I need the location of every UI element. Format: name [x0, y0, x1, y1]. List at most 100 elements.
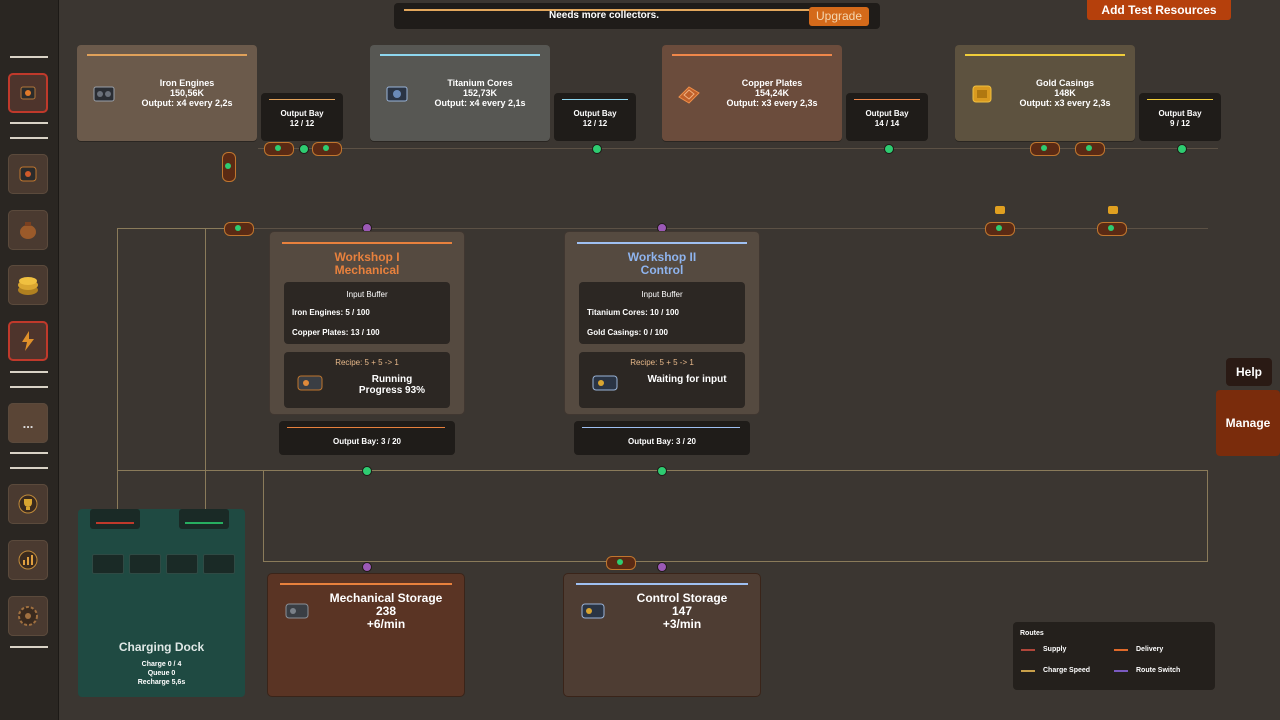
legend-swatch-supply: [1021, 649, 1035, 651]
workshop-output-bay[interactable]: Output Bay: 3 / 20: [574, 421, 750, 455]
workshop-accent: [282, 242, 452, 244]
status-line2: Progress 93%: [358, 385, 426, 396]
workshop-status: Waiting for input: [629, 374, 745, 385]
drone-carrier[interactable]: [985, 222, 1015, 236]
input-row: Copper Plates: 13 / 100: [292, 328, 380, 337]
input-buffer-label: Input Buffer: [346, 290, 388, 299]
drone-carrier[interactable]: [1030, 142, 1060, 156]
workshop-title: Workshop I Mechanical: [270, 251, 464, 277]
legend-item-route-switch: Route Switch: [1136, 667, 1181, 674]
drone-carrier[interactable]: [312, 142, 342, 156]
sidebar-coins-button[interactable]: [8, 265, 48, 305]
generator-output: Output: x3 every 2,3s: [1019, 98, 1111, 108]
drone-carrier[interactable]: [222, 152, 236, 182]
sidebar-more-button[interactable]: ...: [8, 403, 48, 443]
input-buffer-panel: Input Buffer Iron Engines: 5 / 100 Coppe…: [284, 282, 450, 344]
generator-titanium-cores[interactable]: Titanium Cores 152,73K Output: x4 every …: [370, 45, 550, 141]
input-row: Gold Casings: 0 / 100: [587, 328, 668, 337]
route-node[interactable]: [362, 466, 372, 476]
help-button[interactable]: Help: [1226, 358, 1272, 386]
sidebar-drone-button[interactable]: [8, 73, 48, 113]
route-node[interactable]: [657, 466, 667, 476]
cargo-icon: [1108, 206, 1118, 214]
generator-accent: [87, 54, 247, 56]
status-bar: Needs more collectors. Upgrade: [394, 3, 880, 29]
generator-accent: [380, 54, 540, 56]
cargo-icon: [995, 206, 1005, 214]
iron-engine-icon: [93, 86, 115, 102]
output-bay[interactable]: Output Bay 9 / 12: [1139, 93, 1221, 141]
sidebar-divider: [10, 56, 48, 58]
output-bay[interactable]: Output Bay 12 / 12: [261, 93, 343, 141]
workshop-mechanical[interactable]: Workshop I Mechanical Input Buffer Iron …: [270, 232, 464, 414]
sidebar-trophy-button[interactable]: [8, 484, 48, 524]
generator-info: Titanium Cores 152,73K Output: x4 every …: [410, 78, 550, 108]
control-storage[interactable]: Control Storage 147 +3/min: [564, 574, 760, 696]
mechanical-storage[interactable]: Mechanical Storage 238 +6/min: [268, 574, 464, 696]
add-test-resources-button[interactable]: Add Test Resources: [1087, 0, 1231, 20]
legend-swatch-delivery: [1114, 649, 1128, 651]
dock-title: Charging Dock: [118, 640, 205, 654]
workshop-output-bay[interactable]: Output Bay: 3 / 20: [279, 421, 455, 455]
bay-label: Output Bay: [865, 109, 909, 118]
generator-output: Output: x4 every 2,2s: [141, 98, 233, 108]
mechanical-storage-icon: [285, 603, 309, 619]
storage-rate: +6/min: [366, 617, 406, 631]
generator-copper-plates[interactable]: Copper Plates 154,24K Output: x3 every 2…: [662, 45, 842, 141]
drone-carrier[interactable]: [1097, 222, 1127, 236]
workshop-title-line2: Control: [640, 263, 684, 277]
bay-label: Output Bay: [573, 109, 617, 118]
trophy-icon: [18, 494, 38, 514]
dock-tab[interactable]: [179, 509, 229, 529]
sidebar-bag-button[interactable]: [8, 210, 48, 250]
route-switch-node[interactable]: [657, 562, 667, 572]
drone-carrier[interactable]: [606, 556, 636, 570]
route-node[interactable]: [299, 144, 309, 154]
route-node[interactable]: [1177, 144, 1187, 154]
sidebar-settings-button[interactable]: [8, 596, 48, 636]
route-node[interactable]: [592, 144, 602, 154]
generator-gold-casings[interactable]: Gold Casings 148K Output: x3 every 2,3s: [955, 45, 1135, 141]
dock-slot: [166, 554, 198, 574]
upgrade-button[interactable]: Upgrade: [809, 7, 869, 26]
conveyor-line: [230, 228, 1208, 229]
output-bay[interactable]: Output Bay 14 / 14: [846, 93, 928, 141]
generator-name: Gold Casings: [1035, 78, 1094, 88]
mechanical-part-icon: [297, 375, 323, 391]
generator-accent: [965, 54, 1125, 56]
charge-route-line: [263, 561, 1207, 562]
status-message: Needs more collectors.: [548, 10, 660, 21]
generator-info: Iron Engines 150,56K Output: x4 every 2,…: [117, 78, 257, 108]
route-switch-node[interactable]: [362, 562, 372, 572]
dock-slot: [92, 554, 124, 574]
output-bay[interactable]: Output Bay 12 / 12: [554, 93, 636, 141]
charging-dock[interactable]: Charging Dock Charge 0 / 4 Queue 0 Recha…: [78, 509, 245, 697]
input-buffer-label: Input Buffer: [641, 290, 683, 299]
recipe-panel: Recipe: 5 + 5 -> 1 Running Progress 93%: [284, 352, 450, 408]
sidebar-energy-button[interactable]: [8, 321, 48, 361]
charge-route-line: [1207, 470, 1208, 562]
dock-charge: Charge 0 / 4: [141, 661, 182, 668]
charge-route-line: [117, 228, 227, 229]
generator-iron-engines[interactable]: Iron Engines 150,56K Output: x4 every 2,…: [77, 45, 257, 141]
bay-info: Output Bay 12 / 12: [261, 109, 343, 129]
bay-accent: [269, 99, 335, 100]
sidebar-robot-button[interactable]: [8, 154, 48, 194]
drone-icon: [20, 86, 36, 100]
bay-accent: [1147, 99, 1213, 100]
drone-carrier[interactable]: [264, 142, 294, 156]
input-row: Iron Engines: 5 / 100: [292, 308, 370, 317]
generator-output: Output: x3 every 2,3s: [726, 98, 818, 108]
sidebar-stats-button[interactable]: [8, 540, 48, 580]
drone-carrier[interactable]: [1075, 142, 1105, 156]
workshop-control[interactable]: Workshop II Control Input Buffer Titaniu…: [565, 232, 759, 414]
route-node[interactable]: [884, 144, 894, 154]
legend-swatch-charge-speed: [1021, 670, 1035, 672]
dock-slot: [203, 554, 235, 574]
dock-tab[interactable]: [90, 509, 140, 529]
legend-title: Routes: [1020, 630, 1044, 637]
manage-button[interactable]: Manage: [1216, 390, 1280, 456]
control-part-icon: [592, 375, 618, 391]
bay-label: Output Bay: [280, 109, 324, 118]
drone-carrier[interactable]: [224, 222, 254, 236]
